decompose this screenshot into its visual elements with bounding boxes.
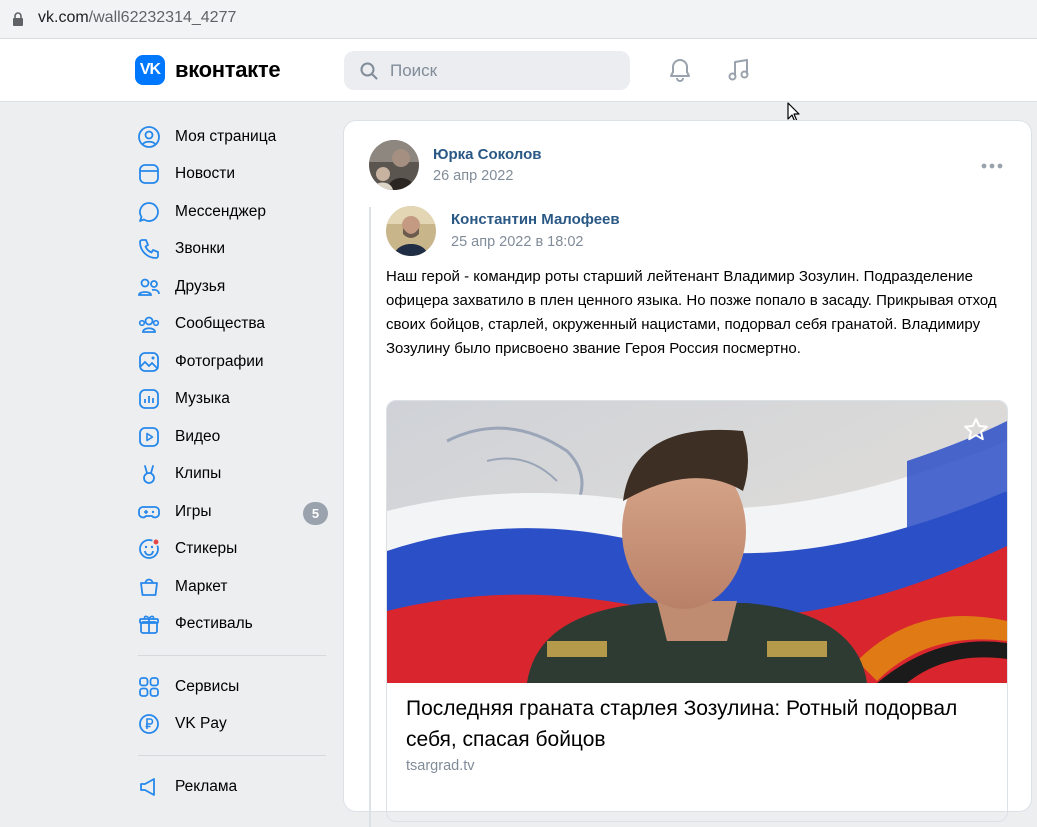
gift-icon	[139, 615, 159, 635]
left-nav: Моя страница Новости Мессенджер Звонки Д…	[136, 118, 332, 806]
vk-logo-mark-text: VK	[139, 61, 161, 78]
photo-icon	[139, 351, 159, 372]
nav-item-label: Моя страница	[175, 127, 277, 145]
video-icon	[139, 426, 159, 447]
phone-icon	[139, 239, 159, 260]
news-icon	[139, 164, 159, 185]
groups-icon	[138, 316, 160, 334]
nav-item-friends[interactable]: Друзья	[136, 268, 332, 306]
nav-item-festival[interactable]: Фестиваль	[136, 606, 332, 644]
repost-author-name[interactable]: Константин Малофеев	[451, 211, 620, 228]
nav-item-calls[interactable]: Звонки	[136, 231, 332, 269]
url-host: vk.com	[38, 9, 89, 26]
nav-item-games[interactable]: Игры 5	[136, 493, 332, 531]
nav-item-photos[interactable]: Фотографии	[136, 343, 332, 381]
nav-item-video[interactable]: Видео	[136, 418, 332, 456]
nav-item-label: Фестиваль	[175, 615, 253, 633]
link-domain[interactable]: tsargrad.tv	[406, 758, 475, 774]
post-date[interactable]: 26 апр 2022	[433, 168, 513, 184]
nav-item-services[interactable]: Сервисы	[136, 668, 332, 706]
bell-icon[interactable]	[666, 56, 694, 84]
nav-item-news[interactable]: Новости	[136, 156, 332, 194]
author-avatar[interactable]	[369, 140, 419, 190]
clips-icon	[143, 465, 155, 485]
url-text[interactable]: vk.com/wall62232314_4277	[38, 9, 236, 27]
site-header: VK вконтакте	[0, 39, 1037, 102]
nav-item-label: Сервисы	[175, 677, 240, 695]
link-attachment[interactable]: Последняя граната старлея Зозулина: Ротн…	[386, 400, 1008, 822]
friends-icon	[138, 278, 160, 296]
nav-item-label: Звонки	[175, 240, 226, 258]
nav-item-vkpay[interactable]: VK Pay	[136, 706, 332, 744]
search-icon	[360, 62, 378, 79]
nav-item-label: Игры	[175, 502, 212, 520]
stickers-icon	[139, 538, 160, 560]
post-text: Наш герой - командир роты старший лейтен…	[386, 268, 997, 357]
nav-item-label: VK Pay	[175, 715, 227, 733]
vk-logo[interactable]: VK вконтакте	[135, 55, 281, 85]
nav-divider	[138, 755, 326, 756]
services-icon	[139, 676, 159, 697]
user-icon	[138, 125, 160, 148]
lock-icon	[13, 12, 23, 26]
more-options-icon[interactable]	[980, 161, 1004, 171]
post-card: Юрка Соколов 26 апр 2022 Константин Мало…	[344, 121, 1031, 827]
nav-item-label: Музыка	[175, 390, 230, 408]
nav-item-label: Стикеры	[175, 540, 238, 558]
url-path: /wall62232314_4277	[88, 9, 237, 26]
nav-divider	[138, 655, 326, 656]
games-icon	[138, 505, 160, 519]
browser-address-bar[interactable]: vk.com/wall62232314_4277	[0, 0, 1037, 39]
search-box[interactable]	[344, 51, 630, 90]
chat-icon	[139, 201, 159, 222]
music-icon	[139, 389, 159, 410]
post-author-name[interactable]: Юрка Соколов	[433, 146, 541, 163]
link-title[interactable]: Последняя граната старлея Зозулина: Ротн…	[406, 693, 966, 755]
repost-date[interactable]: 25 апр 2022 в 18:02	[451, 234, 583, 250]
nav-item-label: Мессенджер	[175, 202, 267, 220]
vk-logo-text: вконтакте	[175, 57, 281, 82]
nav-item-my-page[interactable]: Моя страница	[136, 118, 332, 156]
repost-author-photo	[386, 206, 436, 256]
search-input[interactable]	[388, 59, 612, 82]
star-icon[interactable]	[963, 417, 989, 443]
nav-item-label: Сообщества	[175, 315, 266, 333]
nav-item-messenger[interactable]: Мессенджер	[136, 193, 332, 231]
nav-item-communities[interactable]: Сообщества	[136, 306, 332, 344]
nav-item-stickers[interactable]: Стикеры	[136, 531, 332, 569]
music-icon[interactable]	[725, 56, 753, 84]
nav-item-market[interactable]: Маркет	[136, 568, 332, 606]
nav-item-label: Маркет	[175, 577, 228, 595]
games-count-badge: 5	[303, 502, 328, 525]
vk-logo-mark: VK	[135, 55, 165, 85]
article-cover-image	[387, 401, 1007, 683]
author-photo	[369, 140, 419, 190]
nav-item-label: Друзья	[175, 277, 226, 295]
market-icon	[140, 578, 158, 596]
vkpay-icon	[139, 714, 159, 735]
nav-item-label: Фотографии	[175, 352, 264, 370]
repost-quote-line	[369, 207, 371, 827]
nav-item-clips[interactable]: Клипы	[136, 456, 332, 494]
nav-item-label: Новости	[175, 165, 236, 183]
nav-item-label: Видео	[175, 427, 221, 445]
nav-item-label: Клипы	[175, 465, 222, 483]
nav-item-music[interactable]: Музыка	[136, 381, 332, 419]
repost-author-avatar[interactable]	[386, 206, 436, 256]
